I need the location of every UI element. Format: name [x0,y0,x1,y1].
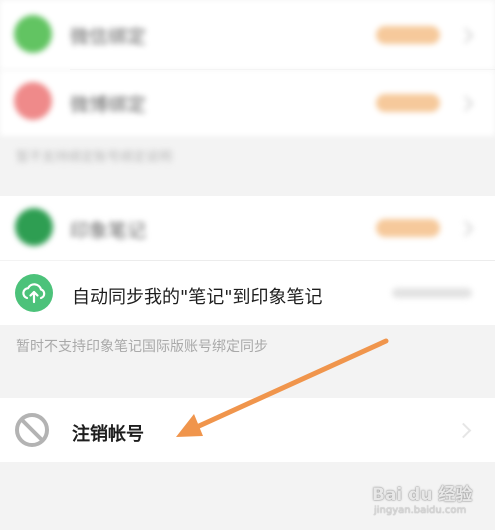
watermark-subtext: jingyan.baidu.com [374,505,467,516]
watermark-text: Bai du 经验 [372,485,473,505]
baidu-watermark: Bai du 经验 jingyan.baidu.com [372,478,487,524]
settings-screen: 微信绑定 微博绑定 暂不支持绑定账号绑定说明 印象笔记 自动同步我的"笔记"到印… [0,0,495,530]
annotation-arrow [176,338,389,437]
